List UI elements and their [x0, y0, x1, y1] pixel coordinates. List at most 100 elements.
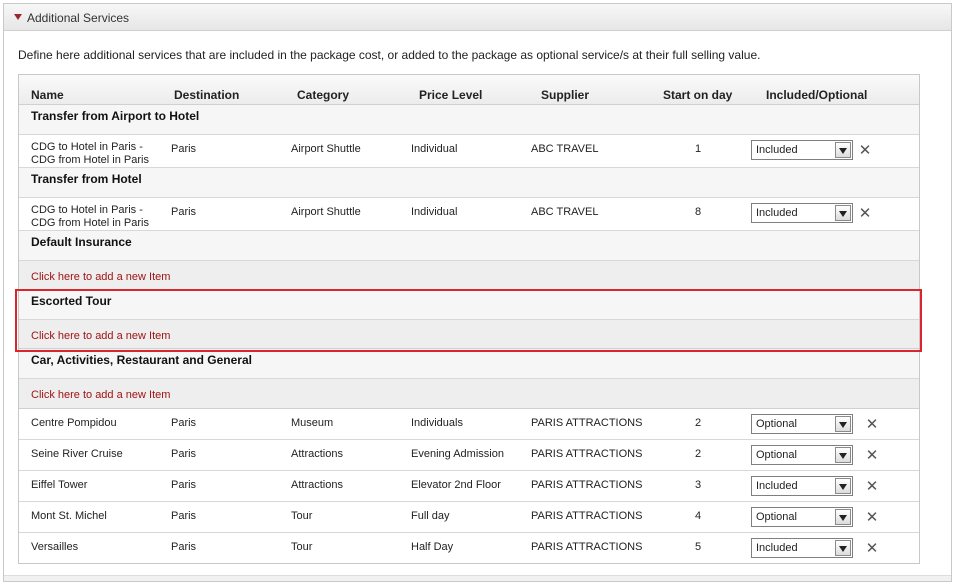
- included-select[interactable]: Included: [751, 140, 853, 160]
- cell-price-level: Evening Admission: [411, 448, 504, 460]
- included-select[interactable]: Included: [751, 476, 853, 496]
- cell-category: Airport Shuttle: [291, 206, 361, 218]
- cell-category: Tour: [291, 541, 313, 553]
- column-header-destination: Destination: [174, 88, 240, 102]
- intro-text: Define here additional services that are…: [18, 48, 761, 62]
- cell-name: Eiffel Tower: [31, 479, 88, 491]
- cell-start-day: 4: [694, 510, 702, 522]
- cell-category: Museum: [291, 417, 334, 429]
- cell-price-level: Full day: [411, 510, 450, 522]
- cell-supplier: PARIS ATTRACTIONS: [531, 479, 643, 491]
- column-header-price-level: Price Level: [419, 88, 483, 102]
- group-title: Transfer from Hotel: [31, 172, 142, 186]
- cell-destination: Paris: [171, 510, 197, 522]
- cell-destination: Paris: [171, 417, 197, 429]
- close-icon[interactable]: ✕: [865, 417, 879, 432]
- cell-supplier: ABC TRAVEL: [531, 206, 599, 218]
- table-row: CDG to Hotel in Paris - CDG from Hotel i…: [19, 198, 919, 231]
- cell-category: Attractions: [291, 479, 343, 491]
- included-select-value: Optional: [756, 449, 797, 461]
- cell-start-day: 2: [694, 448, 702, 460]
- cell-price-level: Individual: [411, 206, 458, 218]
- group-title: Car, Activities, Restaurant and General: [31, 353, 252, 367]
- close-icon[interactable]: ✕: [865, 479, 879, 494]
- cell-name: CDG to Hotel in Paris - CDG from Hotel i…: [31, 204, 149, 229]
- group-title: Transfer from Airport to Hotel: [31, 109, 200, 123]
- included-select[interactable]: Optional: [751, 414, 853, 434]
- cell-destination: Paris: [171, 206, 197, 218]
- add-item-link[interactable]: Click here to add a new Item: [31, 271, 170, 283]
- close-icon[interactable]: ✕: [865, 541, 879, 556]
- cell-start-day: 1: [694, 143, 702, 155]
- chevron-down-icon[interactable]: [835, 416, 851, 432]
- chevron-down-icon[interactable]: [835, 205, 851, 221]
- cell-start-day: 8: [694, 206, 702, 218]
- cell-supplier: ABC TRAVEL: [531, 143, 599, 155]
- group-title: Default Insurance: [31, 235, 132, 249]
- cell-price-level: Elevator 2nd Floor: [411, 479, 501, 491]
- included-select[interactable]: Optional: [751, 507, 853, 527]
- group-header: Transfer from Airport to Hotel: [19, 105, 919, 135]
- included-select-value: Included: [756, 144, 798, 156]
- column-header-supplier: Supplier: [541, 88, 590, 102]
- cell-destination: Paris: [171, 541, 197, 553]
- included-select-value: Included: [756, 207, 798, 219]
- chevron-down-icon[interactable]: [835, 509, 851, 525]
- panel-footer: [4, 575, 951, 581]
- cell-name: Versailles: [31, 541, 79, 553]
- table-row: Centre Pompidou Paris Museum Individuals…: [19, 409, 919, 440]
- table-row: Versailles Paris Tour Half Day PARIS ATT…: [19, 533, 919, 563]
- panel-title: Additional Services: [27, 11, 130, 25]
- cell-destination: Paris: [171, 143, 197, 155]
- escorted-tour-highlight: [15, 289, 922, 352]
- cell-category: Tour: [291, 510, 313, 522]
- included-select[interactable]: Included: [751, 203, 853, 223]
- column-header-included: Included/Optional: [766, 88, 868, 102]
- close-icon[interactable]: ✕: [865, 448, 879, 463]
- cell-name: Mont St. Michel: [31, 510, 107, 522]
- cell-destination: Paris: [171, 479, 197, 491]
- cell-start-day: 3: [694, 479, 702, 491]
- included-select[interactable]: Optional: [751, 445, 853, 465]
- cell-start-day: 5: [694, 541, 702, 553]
- close-icon[interactable]: ✕: [858, 143, 872, 158]
- add-item-row: Click here to add a new Item: [19, 379, 919, 409]
- table-row: CDG to Hotel in Paris - CDG from Hotel i…: [19, 135, 919, 168]
- column-header-name: Name: [31, 88, 64, 102]
- included-select-value: Optional: [756, 418, 797, 430]
- cell-supplier: PARIS ATTRACTIONS: [531, 541, 643, 553]
- chevron-down-icon[interactable]: [835, 447, 851, 463]
- table-header: Name Destination Category Price Level Su…: [19, 75, 919, 105]
- add-item-link[interactable]: Click here to add a new Item: [31, 389, 170, 401]
- cell-supplier: PARIS ATTRACTIONS: [531, 510, 643, 522]
- close-icon[interactable]: ✕: [858, 206, 872, 221]
- column-header-category: Category: [297, 88, 350, 102]
- cell-price-level: Individuals: [411, 417, 463, 429]
- cell-name: Centre Pompidou: [31, 417, 117, 429]
- close-icon[interactable]: ✕: [865, 510, 879, 525]
- cell-supplier: PARIS ATTRACTIONS: [531, 448, 643, 460]
- column-header-start-day: Start on day: [663, 88, 733, 102]
- table-row: Seine River Cruise Paris Attractions Eve…: [19, 440, 919, 471]
- chevron-down-icon[interactable]: [835, 142, 851, 158]
- cell-price-level: Half Day: [411, 541, 454, 553]
- group-header: Transfer from Hotel: [19, 168, 919, 198]
- chevron-down-icon[interactable]: [835, 540, 851, 556]
- add-item-row: Click here to add a new Item: [19, 261, 919, 290]
- panel-header[interactable]: Additional Services: [4, 4, 951, 31]
- chevron-down-icon[interactable]: [835, 478, 851, 494]
- included-select[interactable]: Included: [751, 538, 853, 558]
- group-header: Car, Activities, Restaurant and General: [19, 349, 919, 379]
- cell-name: Seine River Cruise: [31, 448, 123, 460]
- included-select-value: Included: [756, 542, 798, 554]
- table-row: Mont St. Michel Paris Tour Full day PARI…: [19, 502, 919, 533]
- cell-name: CDG to Hotel in Paris - CDG from Hotel i…: [31, 141, 149, 166]
- included-select-value: Optional: [756, 511, 797, 523]
- cell-supplier: PARIS ATTRACTIONS: [531, 417, 643, 429]
- cell-category: Airport Shuttle: [291, 143, 361, 155]
- cell-destination: Paris: [171, 448, 197, 460]
- included-select-value: Included: [756, 480, 798, 492]
- cell-price-level: Individual: [411, 143, 458, 155]
- collapse-triangle-icon[interactable]: [14, 14, 22, 20]
- table-row: Eiffel Tower Paris Attractions Elevator …: [19, 471, 919, 502]
